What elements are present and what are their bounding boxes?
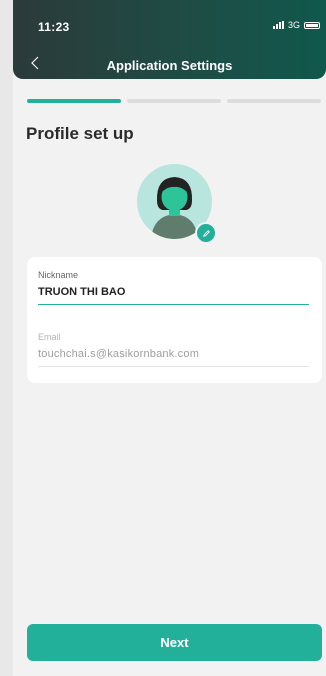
email-value: touchchai.s@kasikornbank.com (38, 348, 200, 360)
edit-avatar-button[interactable] (195, 222, 217, 244)
header-title: Application Settings (106, 58, 233, 73)
network-type: 3G (287, 20, 300, 30)
step-progress (27, 99, 321, 103)
nickname-input[interactable]: TRUON THI BAO (38, 286, 309, 298)
nickname-label: Nickname (38, 270, 79, 280)
email-underline (38, 366, 309, 367)
progress-step-3 (227, 99, 321, 103)
signal-icon (272, 21, 284, 29)
pencil-icon (202, 229, 210, 237)
profile-form-card: Nickname TRUON THI BAO Email touchchai.s… (27, 257, 322, 383)
status-time: 11:23 (38, 20, 70, 34)
app-header: 11:23 3G Application Settings (13, 0, 326, 79)
email-label: Email (38, 332, 61, 342)
avatar[interactable] (137, 164, 217, 244)
nickname-field[interactable]: Nickname TRUON THI BAO (38, 270, 309, 305)
status-indicators: 3G (272, 20, 320, 30)
progress-step-2 (127, 99, 221, 103)
nickname-underline (38, 304, 309, 305)
app-screen: 11:23 3G Application Settings Profile se… (13, 0, 326, 676)
battery-icon (304, 21, 320, 29)
email-field: Email touchchai.s@kasikornbank.com (38, 332, 309, 367)
next-button[interactable]: Next (27, 624, 322, 661)
page-title: Profile set up (26, 124, 134, 143)
progress-step-1 (27, 99, 121, 103)
